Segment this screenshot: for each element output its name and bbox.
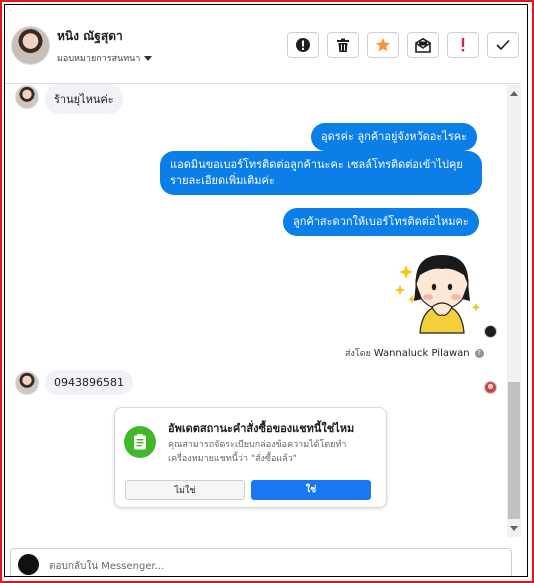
seen-avatar-icon	[484, 325, 497, 338]
contact-avatar-small	[15, 85, 39, 109]
message-bubble-incoming: ร้านยุไหนค่ะ	[45, 84, 123, 114]
contact-avatar[interactable]	[11, 26, 50, 65]
trash-icon	[337, 38, 349, 52]
caret-down-icon	[144, 55, 153, 61]
order-status-card: อัพเดตสถานะคำสั่งซื้อของแชทนี้ใช่ไหม คุณ…	[114, 407, 387, 508]
reply-input[interactable]	[47, 556, 491, 576]
help-icon[interactable]: ?	[474, 349, 484, 358]
mark-unread-button[interactable]	[407, 32, 439, 58]
reply-composer	[10, 548, 512, 576]
mark-done-button[interactable]	[487, 32, 519, 58]
contact-name[interactable]: หนิง ณัฐสุดา	[57, 27, 123, 46]
exclamation-icon	[461, 38, 465, 52]
star-button[interactable]	[367, 32, 399, 58]
check-icon	[496, 39, 510, 51]
sent-by-label: ส่งโดย Wannaluck Pilawan ?	[345, 346, 484, 360]
scroll-up-arrow-icon[interactable]	[510, 91, 518, 96]
message-bubble-outgoing: แอดมินขอเบอร์โทรติดต่อลูกค้านะคะ เซลล์โท…	[160, 151, 482, 195]
sent-by-name[interactable]: Wannaluck Pilawan	[374, 348, 470, 359]
flag-important-button[interactable]	[447, 32, 479, 58]
order-card-title: อัพเดตสถานะคำสั่งซื้อของแชทนี้ใช่ไหม	[168, 422, 355, 435]
message-bubble-incoming: 0943896581	[45, 370, 133, 395]
assign-label: มอบหมายการสนทนา	[57, 54, 141, 64]
assign-conversation-dropdown[interactable]: มอบหมายการสนทนา	[57, 51, 153, 65]
chat-panel: หนิง ณัฐสุดา มอบหมายการสนทนา ร้านยุไหนค่…	[4, 4, 528, 577]
alert-circle-icon	[296, 38, 310, 52]
page-avatar	[18, 554, 39, 575]
sticker-girl-image	[395, 255, 481, 334]
order-card-description: คุณสามารถจัดระเบียบกล่องข้อความได้โดยทำเ…	[168, 440, 347, 464]
message-bubble-outgoing: ลูกค้าสะดวกให้เบอร์โทรติดต่อไหมคะ	[283, 208, 479, 236]
star-icon	[376, 38, 390, 52]
outer-frame: หนิง ณัฐสุดา มอบหมายการสนทนา ร้านยุไหนค่…	[0, 0, 534, 583]
message-scrollbar[interactable]	[507, 85, 521, 537]
scroll-thumb[interactable]	[508, 382, 520, 519]
action-toolbar	[287, 32, 519, 58]
seen-contact-avatar-icon	[484, 381, 497, 394]
message-bubble-outgoing: อุดรค่ะ ลูกค้าอยู่จังหวัดอะไรคะ	[311, 123, 478, 151]
delete-button[interactable]	[327, 32, 359, 58]
chat-header: หนิง ณัฐสุดา มอบหมายการสนทนา	[5, 5, 521, 84]
contact-avatar-small	[15, 371, 39, 395]
sent-by-prefix: ส่งโดย	[345, 349, 371, 359]
yes-button[interactable]: ใช่	[251, 480, 371, 500]
scroll-down-arrow-icon[interactable]	[510, 526, 518, 531]
no-button[interactable]: ไม่ใช่	[125, 480, 245, 500]
mark-spam-button[interactable]	[287, 32, 319, 58]
mail-icon	[415, 37, 431, 53]
order-list-icon	[124, 426, 156, 458]
